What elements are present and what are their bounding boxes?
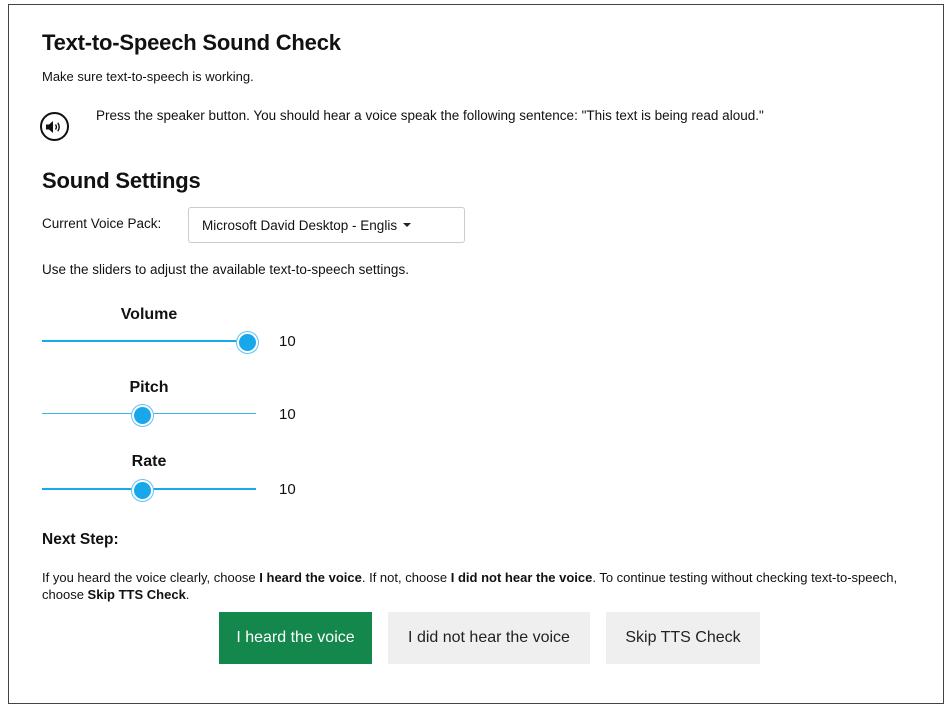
rate-label: Rate [131,453,167,470]
skip-tts-check-button[interactable]: Skip TTS Check [606,612,760,664]
page-title: Text-to-Speech Sound Check [42,30,341,55]
next-step-text-part: . If not, choose [361,570,451,585]
volume-slider-track[interactable] [42,340,256,342]
heard-voice-button[interactable]: I heard the voice [219,612,372,664]
volume-value: 10 [279,333,296,350]
volume-label: Volume [120,306,178,323]
voice-pack-dropdown[interactable]: Microsoft David Desktop - Englis [188,207,465,243]
next-step-bold-not-heard: I did not hear the voice [450,570,593,585]
voice-pack-label: Current Voice Pack: [42,216,162,231]
next-step-text-part: If you heard the voice clearly, choose [42,570,260,585]
volume-slider-handle[interactable] [236,332,258,353]
pitch-value: 10 [279,406,296,423]
next-step-text: If you heard the voice clearly, choose I… [42,569,932,603]
next-step-bold-heard: I heard the voice [259,570,362,585]
voice-pack-value: Microsoft David Desktop - Englis [202,217,398,233]
next-step-text-part: . [185,587,190,602]
chevron-down-icon [403,223,412,227]
next-step-heading: Next Step: [42,531,119,548]
pitch-slider-handle[interactable] [132,405,154,426]
pitch-label: Pitch [129,379,169,396]
did-not-hear-voice-button[interactable]: I did not hear the voice [388,612,590,664]
next-step-bold-skip: Skip TTS Check [87,587,186,602]
speaker-volume-icon [45,120,64,134]
rate-value: 10 [279,481,296,498]
slider-instructions: Use the sliders to adjust the available … [42,262,409,277]
sound-settings-heading: Sound Settings [42,168,201,193]
speaker-button[interactable] [40,112,69,141]
speaker-instruction: Press the speaker button. You should hea… [96,108,764,123]
rate-slider-handle[interactable] [132,480,154,501]
page-subtitle: Make sure text-to-speech is working. [42,69,254,84]
